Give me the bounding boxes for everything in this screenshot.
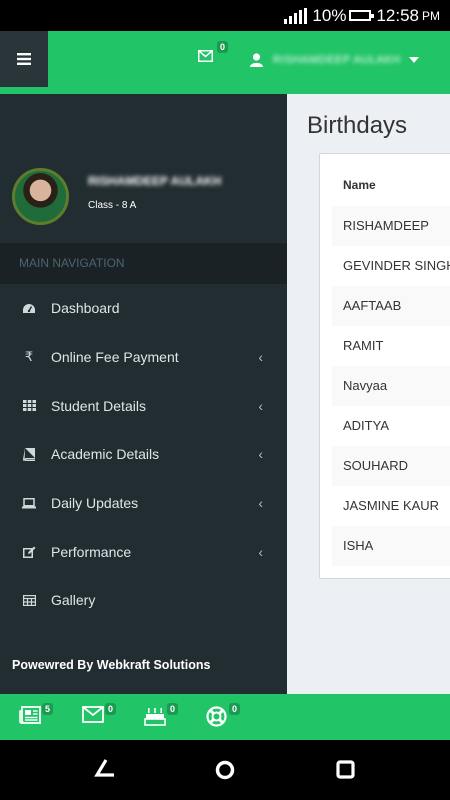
home-icon <box>215 760 235 780</box>
sidebar-item-label: Online Fee Payment <box>51 349 179 366</box>
avatar <box>12 168 69 225</box>
table-row: RISHAMDEEP <box>332 206 450 246</box>
caret-down-icon <box>408 57 419 63</box>
sidebar-item-label: Student Details <box>51 397 146 414</box>
dashboard-icon <box>20 303 38 314</box>
signal-icon <box>284 7 308 24</box>
sidebar-user-class: Class - 8 A <box>88 200 137 211</box>
table-row: Navyaa <box>332 366 450 406</box>
sidebar: RISHAMDEEP AULAKH Class - 8 A MAIN NAVIG… <box>0 94 287 694</box>
hamburger-icon <box>17 49 31 70</box>
life-ring-icon <box>206 706 227 727</box>
envelope-icon <box>82 706 104 723</box>
table-body: RISHAMDEEP GEVINDER SINGH AAFTAAB RAMIT … <box>332 206 450 566</box>
table-row: ISHA <box>332 526 450 566</box>
system-navigation-bar <box>0 740 450 800</box>
rupee-icon: ₹ <box>24 349 34 365</box>
table-row: AAFTAAB <box>332 286 450 326</box>
edit-icon <box>20 546 38 558</box>
nav-header: MAIN NAVIGATION <box>0 243 287 284</box>
table-row: GEVINDER SINGH <box>343 258 450 273</box>
sidebar-user-name: RISHAMDEEP AULAKH <box>88 174 222 188</box>
sidebar-item-gallery[interactable]: Gallery <box>0 576 287 625</box>
chevron-left-icon: ‹ <box>258 397 263 414</box>
sidebar-item-academic-details[interactable]: Academic Details ‹ <box>0 430 287 479</box>
sidebar-item-label: Daily Updates <box>51 495 139 512</box>
user-menu-button[interactable]: RISHAMDEEP AULAKH <box>250 53 419 67</box>
header-messages-button[interactable]: 0 <box>198 41 228 65</box>
home-button[interactable] <box>214 759 236 786</box>
recents-icon <box>336 760 355 779</box>
messages-badge: 0 <box>216 41 228 53</box>
sidebar-item-dashboard[interactable]: Dashboard <box>0 284 287 333</box>
sidebar-item-label: Gallery <box>51 592 96 609</box>
sidebar-item-label: Academic Details <box>51 446 160 463</box>
header-user-name: RISHAMDEEP AULAKH <box>273 54 401 66</box>
messages-button[interactable]: 0 <box>82 703 116 728</box>
birthdays-table: Name RISHAMDEEP GEVINDER SINGH AAFTAAB R… <box>319 153 450 579</box>
sidebar-item-online-fee-payment[interactable]: ₹ Online Fee Payment ‹ <box>0 333 287 382</box>
news-button[interactable]: 5 <box>19 703 53 728</box>
status-bar: 10% 12:58 PM <box>0 0 450 31</box>
clock-time: 12:58 <box>376 5 419 25</box>
top-header: 0 RISHAMDEEP AULAKH <box>0 31 450 94</box>
back-icon <box>94 759 114 777</box>
envelope-icon <box>198 50 213 62</box>
user-panel: RISHAMDEEP AULAKH Class - 8 A <box>0 94 287 242</box>
sidebar-item-label: Dashboard <box>51 300 120 317</box>
birthdays-button[interactable]: 0 <box>144 703 178 728</box>
grid-icon <box>20 400 38 412</box>
birthdays-badge: 0 <box>166 703 178 715</box>
news-badge: 5 <box>41 703 53 715</box>
table-row: JASMINE KAUR <box>343 498 440 513</box>
chevron-left-icon: ‹ <box>258 495 263 512</box>
battery-icon <box>349 10 375 21</box>
book-icon <box>20 447 38 461</box>
page-title: Birthdays <box>307 112 408 139</box>
chevron-left-icon: ‹ <box>258 446 263 463</box>
bottom-toolbar: 5 0 0 0 <box>0 694 450 740</box>
nav-list: Dashboard ₹ Online Fee Payment ‹ Student… <box>0 284 287 625</box>
powered-by-text: Powewred By Webkraft Solutions <box>12 658 211 672</box>
support-button[interactable]: 0 <box>206 703 240 728</box>
table-icon <box>20 594 38 606</box>
newspaper-icon <box>19 706 41 724</box>
back-button[interactable] <box>94 758 116 783</box>
table-row: ADITYA <box>343 418 389 433</box>
table-row: RAMIT <box>343 338 384 353</box>
sidebar-item-student-details[interactable]: Student Details ‹ <box>0 381 287 430</box>
recents-button[interactable] <box>336 760 355 784</box>
battery-percent: 10% <box>312 5 347 25</box>
column-header-name: Name <box>343 178 376 192</box>
messages-badge: 0 <box>104 703 116 715</box>
chevron-left-icon: ‹ <box>258 349 263 366</box>
support-badge: 0 <box>228 703 240 715</box>
sidebar-item-daily-updates[interactable]: Daily Updates ‹ <box>0 479 287 528</box>
sidebar-item-performance[interactable]: Performance ‹ <box>0 527 287 576</box>
main-content: Birthdays Name RISHAMDEEP GEVINDER SINGH… <box>287 94 450 694</box>
menu-toggle-button[interactable] <box>0 31 48 87</box>
table-row: SOUHARD <box>332 446 450 486</box>
clock-ampm: PM <box>422 8 440 23</box>
sidebar-item-label: Performance <box>51 543 132 560</box>
birthday-cake-icon <box>144 708 166 726</box>
user-icon <box>250 53 263 67</box>
laptop-icon <box>20 497 38 509</box>
chevron-left-icon: ‹ <box>258 543 263 560</box>
